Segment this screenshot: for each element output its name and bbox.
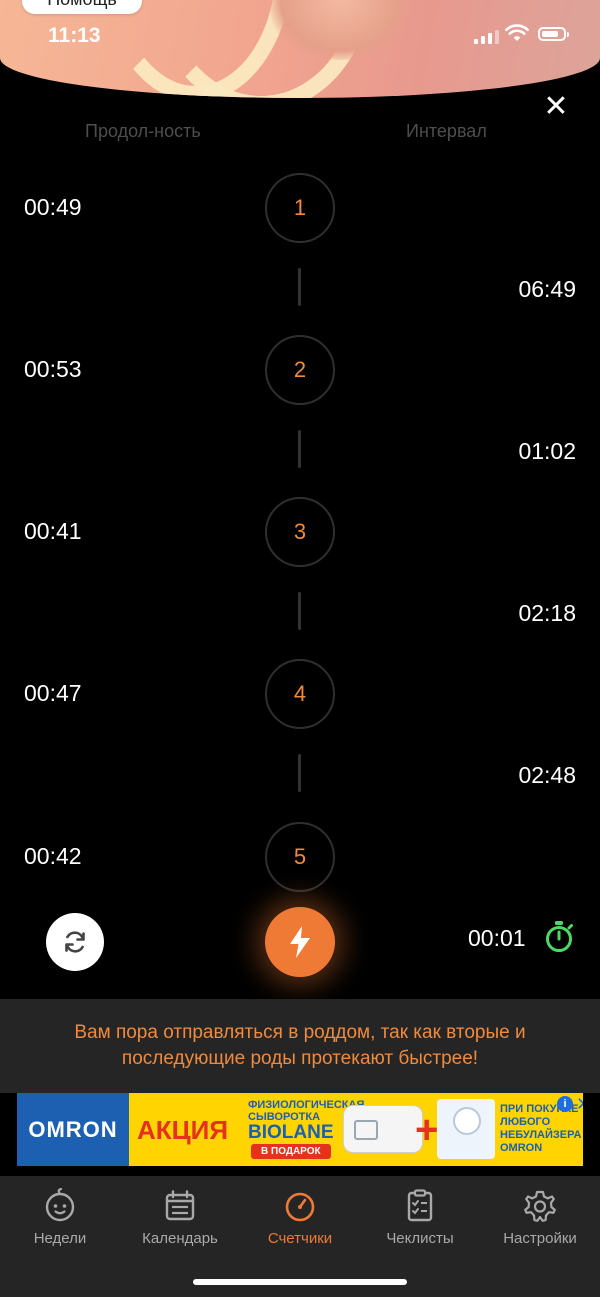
tab-label: Счетчики xyxy=(267,1230,333,1247)
checklist-icon xyxy=(407,1189,433,1222)
contraction-number-badge[interactable]: 4 xyxy=(265,659,335,729)
battery-icon xyxy=(538,27,569,41)
refresh-icon xyxy=(65,931,85,953)
lightning-icon xyxy=(290,926,310,958)
contraction-interval: 06:49 xyxy=(518,276,576,302)
contraction-number-badge[interactable]: 2 xyxy=(265,335,335,405)
cellular-signal-icon xyxy=(474,30,499,44)
contraction-interval: 02:48 xyxy=(518,762,576,788)
current-timer: 00:01 xyxy=(468,925,526,951)
contraction-duration: 00:42 xyxy=(24,843,82,869)
contraction-number-badge[interactable]: 3 xyxy=(265,497,335,567)
timeline-connector xyxy=(298,592,301,630)
ad-gift-label: В ПОДАРОК xyxy=(251,1144,331,1159)
ad-close-icon[interactable]: ✕ xyxy=(576,1094,583,1115)
nebulizer-image xyxy=(343,1105,423,1153)
home-indicator xyxy=(193,1279,407,1285)
close-icon[interactable]: ✕ xyxy=(543,92,569,122)
contraction-number-badge[interactable]: 1 xyxy=(265,173,335,243)
hospital-warning-banner: Вам пора отправляться в роддом, так как … xyxy=(0,999,600,1093)
tab-label: Настройки xyxy=(503,1230,577,1247)
interval-column-header: Интервал xyxy=(406,121,487,141)
contraction-duration: 00:47 xyxy=(24,680,82,706)
timeline-connector xyxy=(298,268,301,306)
tab-label: Календарь xyxy=(142,1230,218,1247)
status-time: 11:13 xyxy=(48,24,101,47)
reset-button[interactable] xyxy=(46,913,104,971)
contraction-duration: 00:49 xyxy=(24,194,82,220)
baby-face-icon xyxy=(45,1188,75,1222)
help-button[interactable]: Помощь xyxy=(22,0,142,14)
ad-brand-logo: OMRON xyxy=(17,1093,129,1166)
contraction-interval: 01:02 xyxy=(518,438,576,464)
ad-banner[interactable]: OMRON АКЦИЯ ФИЗИОЛОГИЧЕСКАЯ СЫВОРОТКА BI… xyxy=(17,1093,583,1166)
contraction-duration: 00:41 xyxy=(24,518,82,544)
ad-offer-text: ПРИ ПОКУПКЕ ЛЮБОГО НЕБУЛАЙЗЕРА OMRON xyxy=(500,1103,582,1154)
counter-icon xyxy=(285,1192,315,1222)
wifi-icon xyxy=(505,24,529,41)
product-box-image xyxy=(437,1099,495,1159)
gear-icon xyxy=(524,1190,556,1222)
contraction-number-badge[interactable]: 5 xyxy=(265,822,335,892)
start-contraction-button[interactable] xyxy=(265,907,335,977)
ad-promo-text: АКЦИЯ xyxy=(137,1115,229,1145)
contraction-interval: 02:18 xyxy=(518,600,576,626)
tab-label: Чеклисты xyxy=(386,1230,454,1247)
ad-plus-sign: + xyxy=(415,1108,439,1152)
banner-text: Вам пора отправляться в роддом, так как … xyxy=(74,1022,526,1069)
timeline-connector xyxy=(298,754,301,792)
contraction-duration: 00:53 xyxy=(24,356,82,382)
tab-label: Недели xyxy=(33,1230,87,1247)
timeline-connector xyxy=(298,430,301,468)
ad-info-icon[interactable]: i xyxy=(557,1096,573,1112)
duration-column-header: Продол-ность xyxy=(85,121,201,141)
ad-brand-name: BIOLANE xyxy=(248,1122,334,1143)
stopwatch-icon xyxy=(546,921,573,952)
header-illustration xyxy=(0,0,600,98)
ad-serum-caption: ФИЗИОЛОГИЧЕСКАЯ СЫВОРОТКА xyxy=(248,1099,365,1123)
calendar-icon xyxy=(165,1190,195,1221)
